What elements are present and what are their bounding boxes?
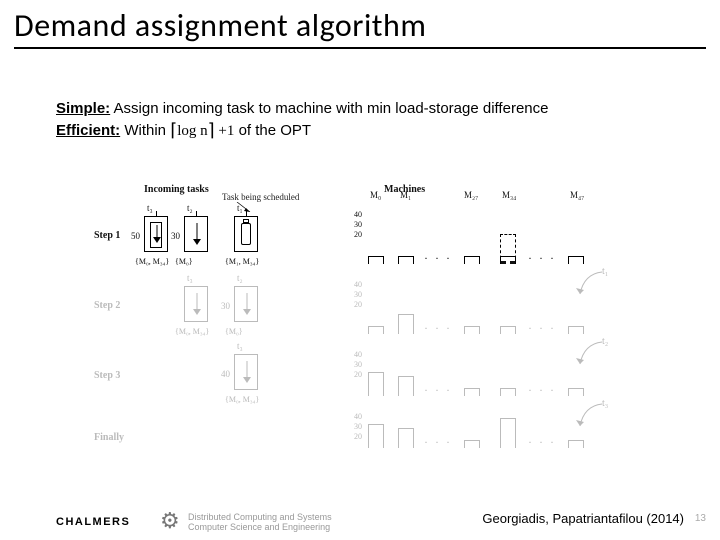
m27-label: M₂₇ — [464, 190, 478, 200]
gear-icon: ⚙ — [160, 508, 180, 534]
body-text: Simple: Assign incoming task to machine … — [0, 49, 720, 141]
finally-row: Finally 403020 · · · · · · t₃ — [144, 406, 624, 458]
step-1-label: Step 1 — [94, 230, 120, 241]
efficient-post: of the OPT — [239, 122, 312, 139]
step-3-row: Step 3 t₃ 40 {M₀, M₃₄} 403020 · · · · · … — [144, 344, 624, 406]
simple-label: Simple: — [56, 100, 110, 117]
m34-label: M₃₄ — [502, 190, 516, 200]
line-efficient: Efficient: Within ⌈log n⌉ +1 of the OPT — [56, 118, 664, 141]
efficient-formula: ⌈log n⌉ +1 — [170, 118, 234, 141]
citation: Georgiadis, Papatriantafilou (2014) — [482, 511, 684, 526]
header-incoming: Incoming tasks — [144, 184, 209, 195]
algorithm-diagram: Incoming tasks Task being scheduled Mach… — [144, 204, 624, 458]
step-2-row: Step 2 t₃ {M₀, M₃₄} t₂ 30 {M₀} 403020 · … — [144, 274, 624, 344]
chalmers-logo: CHALMERS — [56, 516, 130, 528]
step-1-row: Step 1 t₃ 50 {M₀, M₃₄} t₂ 30 {M₀} t₁ {M₁… — [144, 204, 624, 274]
incoming-t3: t₃ — [574, 402, 604, 435]
step-3-label: Step 3 — [94, 370, 120, 381]
m47-label: M₄₇ — [570, 190, 584, 200]
dcs-text: Distributed Computing and SystemsCompute… — [188, 512, 332, 532]
efficient-pre: Within — [120, 122, 170, 139]
slide-footer: CHALMERS ⚙ Distributed Computing and Sys… — [0, 506, 720, 530]
step-2-label: Step 2 — [94, 300, 120, 311]
line-simple: Simple: Assign incoming task to machine … — [56, 99, 664, 118]
efficient-label: Efficient: — [56, 122, 120, 139]
incoming-t2: t₂ — [574, 340, 604, 373]
simple-text: Assign incoming task to machine with min… — [110, 100, 548, 117]
slide-title: Demand assignment algorithm — [0, 0, 720, 45]
finally-label: Finally — [94, 432, 124, 443]
m0-label: M₀ — [370, 190, 381, 200]
incoming-t1: t₁ — [574, 270, 604, 303]
page-number: 13 — [695, 513, 706, 524]
m1-label: M₁ — [400, 190, 411, 200]
